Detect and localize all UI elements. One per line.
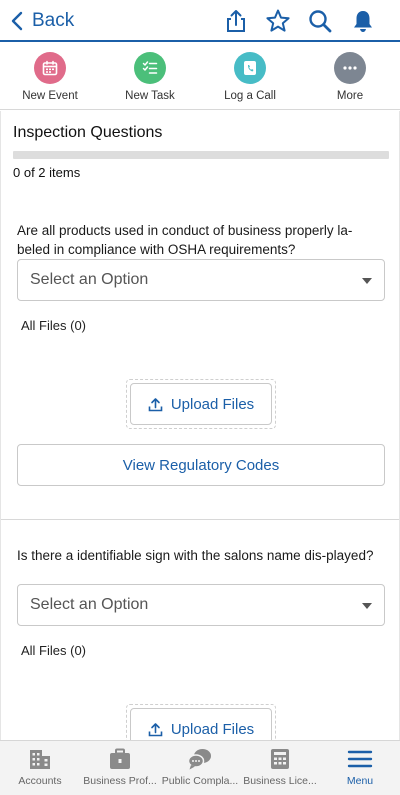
license-icon (271, 749, 289, 769)
tab-label: Accounts (18, 775, 62, 787)
section-title: Inspection Questions (13, 124, 163, 141)
tab-label: Business Lice... (243, 775, 317, 787)
top-nav-bar: Back (0, 0, 400, 42)
tab-label: Public Compla... (161, 775, 239, 787)
phone-icon (244, 61, 256, 75)
log-call-action[interactable]: Log a Call (200, 52, 300, 102)
star-icon (266, 9, 290, 32)
tab-label: Business Prof... (83, 775, 157, 787)
building-icon (30, 750, 50, 769)
bottom-tab-bar: Accounts Business Prof... Public Compla.… (0, 740, 400, 795)
chevron-down-icon (362, 278, 372, 284)
calendar-icon (42, 60, 58, 76)
tab-public-complaints[interactable]: Public Compla... (160, 747, 240, 787)
notifications-button[interactable] (350, 8, 376, 34)
tab-business-profiles[interactable]: Business Prof... (80, 747, 160, 787)
back-label: Back (32, 10, 75, 31)
question-text: Are all products used in conduct of busi… (17, 223, 353, 257)
upload-icon (148, 397, 163, 411)
files-label: All Files (0) (21, 643, 87, 658)
answer-select[interactable]: Select an Option (17, 259, 385, 301)
chevron-left-icon (11, 11, 23, 31)
action-circle (234, 52, 266, 84)
bell-icon (354, 11, 372, 32)
new-task-label: New Task (125, 90, 175, 102)
chat-icon (187, 749, 211, 770)
new-event-action[interactable]: New Event (0, 52, 100, 102)
view-regulatory-codes-button[interactable]: View Regulatory Codes (17, 444, 385, 486)
more-label: More (336, 90, 364, 102)
new-event-label: New Event (22, 90, 78, 102)
log-call-label: Log a Call (224, 90, 276, 102)
upload-files-button[interactable]: Upload Files (130, 383, 272, 425)
inspection-content[interactable]: Inspection Questions 0 of 2 items Are al… (0, 111, 400, 740)
divider (1, 519, 399, 520)
upload-dropzone[interactable]: Upload Files (126, 379, 276, 429)
search-icon (309, 10, 332, 33)
select-placeholder: Select an Option (30, 271, 149, 288)
favorite-button[interactable] (265, 8, 291, 34)
task-icon (142, 61, 158, 74)
files-label: All Files (0) (21, 318, 87, 333)
upload-files-button[interactable]: Upload Files (130, 708, 272, 740)
briefcase-icon (110, 748, 130, 769)
quick-actions-bar: New Event New Task Log a Call More (0, 44, 400, 110)
search-button[interactable] (307, 8, 333, 34)
upload-files-label: Upload Files (170, 720, 255, 738)
more-action[interactable]: More (300, 52, 400, 102)
upload-dropzone[interactable]: Upload Files (126, 704, 276, 740)
action-circle (334, 52, 366, 84)
tab-business-licenses[interactable]: Business Lice... (240, 747, 320, 787)
tab-accounts[interactable]: Accounts (0, 747, 80, 787)
upload-files-label: Upload Files (170, 395, 255, 413)
question-text: Is there a identifiable sign with the sa… (17, 548, 374, 563)
share-icon (227, 10, 245, 32)
item-count: 0 of 2 items (13, 165, 81, 180)
back-button[interactable]: Back (8, 7, 74, 35)
share-button[interactable] (223, 8, 249, 34)
progress-bar (13, 151, 389, 159)
action-circle (134, 52, 166, 84)
tab-label: Menu (346, 775, 374, 787)
menu-icon (347, 750, 373, 768)
upload-icon (148, 722, 163, 736)
select-placeholder: Select an Option (30, 596, 149, 613)
tab-menu[interactable]: Menu (320, 747, 400, 787)
more-icon (343, 66, 357, 70)
action-circle (34, 52, 66, 84)
answer-select[interactable]: Select an Option (17, 584, 385, 626)
chevron-down-icon (362, 603, 372, 609)
new-task-action[interactable]: New Task (100, 52, 200, 102)
